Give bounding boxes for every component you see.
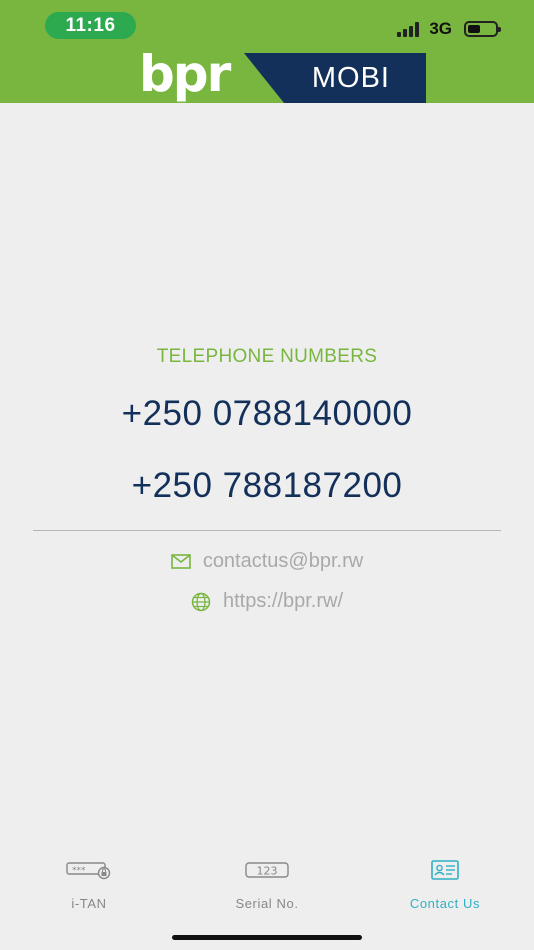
globe-icon <box>191 592 211 612</box>
phone-number-1[interactable]: +250 0788140000 <box>0 394 534 434</box>
bottom-tab-bar: *** i-TAN 123 Serial No. Contact Us <box>0 858 534 918</box>
bpr-mobi-logo: bpr MOBI <box>107 45 426 103</box>
logo-brand: bpr <box>139 45 231 103</box>
email-link[interactable]: contactus@bpr.rw <box>0 550 534 573</box>
logo-product: MOBI <box>311 62 390 94</box>
battery-level <box>468 25 480 33</box>
tab-contact-us-label: Contact Us <box>409 896 481 911</box>
svg-text:***: *** <box>72 866 86 876</box>
status-time: 11:16 <box>45 12 136 39</box>
home-indicator[interactable] <box>172 935 362 940</box>
tab-itan[interactable]: *** i-TAN <box>0 858 178 918</box>
tab-serial-no[interactable]: 123 Serial No. <box>178 858 356 918</box>
app-header: 11:16 3G bpr MOBI <box>0 0 534 103</box>
tab-itan-label: i-TAN <box>71 896 107 911</box>
tab-serial-no-label: Serial No. <box>235 896 299 911</box>
divider <box>33 530 501 531</box>
website-url: https://bpr.rw/ <box>222 590 344 612</box>
serial-number-icon: 123 <box>245 858 289 882</box>
tab-contact-us[interactable]: Contact Us <box>356 858 534 918</box>
website-link[interactable]: https://bpr.rw/ <box>0 590 534 613</box>
battery-icon <box>464 21 501 37</box>
phone-number-2[interactable]: +250 788187200 <box>0 466 534 506</box>
section-title: TELEPHONE NUMBERS <box>156 346 378 367</box>
password-lock-icon: *** <box>66 858 112 882</box>
signal-strength-icon <box>397 21 420 37</box>
status-indicators: 3G <box>397 18 501 40</box>
network-type: 3G <box>429 19 452 38</box>
svg-text:123: 123 <box>257 865 278 878</box>
email-address: contactus@bpr.rw <box>202 550 364 572</box>
contact-card-icon <box>431 858 459 882</box>
mail-icon <box>171 554 191 569</box>
